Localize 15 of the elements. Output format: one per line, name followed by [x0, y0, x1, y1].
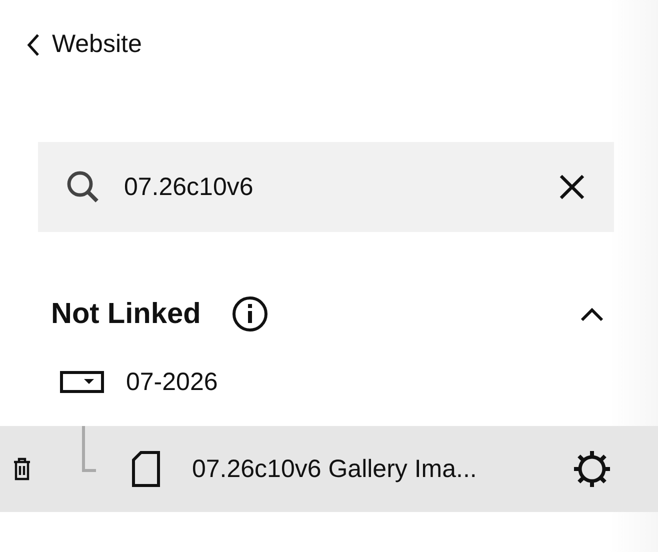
settings-icon[interactable] — [572, 449, 612, 489]
trash-icon[interactable] — [12, 457, 32, 481]
page-icon — [132, 451, 160, 487]
search-field[interactable]: 07.26c10v6 — [122, 172, 536, 202]
search-icon — [66, 170, 100, 204]
back-button[interactable]: Website — [26, 30, 142, 59]
info-icon[interactable] — [230, 295, 269, 333]
close-icon[interactable] — [558, 173, 586, 201]
back-icon — [26, 32, 40, 56]
tree-item[interactable]: 07-2026 — [0, 338, 658, 426]
folder-icon — [60, 371, 104, 393]
connector-line — [82, 426, 96, 472]
section-title: Not Linked — [51, 298, 201, 330]
tree-item[interactable]: 07.26c10v6 Gallery Ima... — [0, 426, 658, 512]
collapse-icon[interactable] — [580, 306, 604, 322]
